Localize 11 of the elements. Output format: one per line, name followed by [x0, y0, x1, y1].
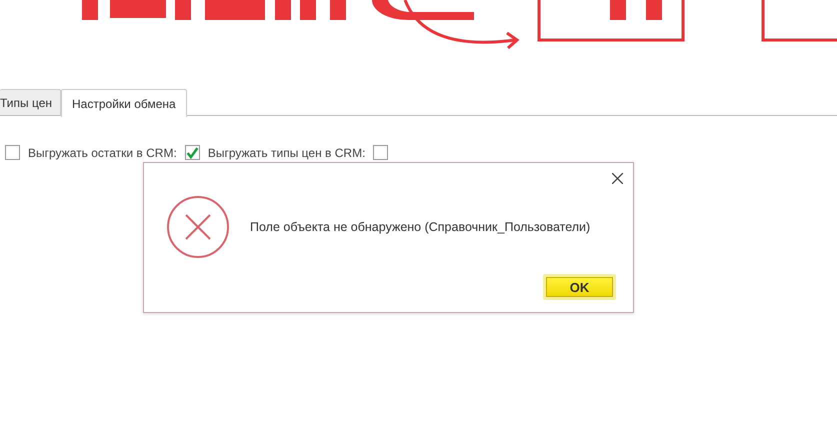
checkbox[interactable] [373, 145, 388, 160]
error-message: Поле объекта не обнаружено (Справочник_Пользователи) [250, 220, 590, 234]
close-icon[interactable] [612, 173, 623, 184]
tab[interactable]: Настройки обмена [61, 89, 187, 117]
checkbox-label: Выгружать остатки в CRM: [28, 146, 177, 160]
checkbox[interactable] [5, 145, 20, 160]
ok-button[interactable]: OK [543, 274, 616, 300]
checkbox-label: Выгружать типы цен в CRM: [208, 146, 366, 160]
checkbox[interactable] [184, 145, 200, 160]
tab[interactable]: Типы цен [0, 89, 62, 116]
error-icon [166, 195, 230, 259]
